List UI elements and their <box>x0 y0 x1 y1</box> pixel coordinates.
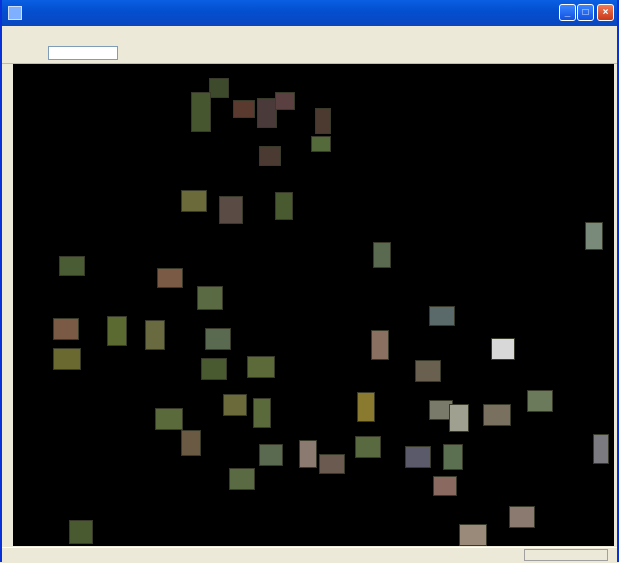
toolbar-field[interactable] <box>48 46 118 60</box>
photo-thumbnail[interactable] <box>491 338 515 360</box>
photo-thumbnail[interactable] <box>311 136 331 152</box>
photo-thumbnail[interactable] <box>69 520 93 544</box>
photo-thumbnail[interactable] <box>157 268 183 288</box>
status-bar <box>2 547 617 563</box>
photo-thumbnail[interactable] <box>197 286 223 310</box>
photo-thumbnail[interactable] <box>59 256 85 276</box>
photo-thumbnail[interactable] <box>275 192 293 220</box>
photo-thumbnail[interactable] <box>371 330 389 360</box>
photo-thumbnail[interactable] <box>373 242 391 268</box>
photo-thumbnail[interactable] <box>155 408 183 430</box>
photo-thumbnail[interactable] <box>483 404 511 426</box>
close-button[interactable]: × <box>597 4 614 21</box>
photo-thumbnail[interactable] <box>355 436 381 458</box>
photo-thumbnail[interactable] <box>319 454 345 474</box>
photo-thumbnail[interactable] <box>433 476 457 496</box>
photo-thumbnail[interactable] <box>257 98 277 128</box>
photo-thumbnail[interactable] <box>219 196 243 224</box>
photo-thumbnail[interactable] <box>145 320 165 350</box>
photo-canvas[interactable] <box>13 64 614 546</box>
photo-thumbnail[interactable] <box>509 506 535 528</box>
photo-thumbnail[interactable] <box>443 444 463 470</box>
photo-thumbnail[interactable] <box>315 108 331 134</box>
photo-thumbnail[interactable] <box>253 398 271 428</box>
photo-thumbnail[interactable] <box>593 434 609 464</box>
title-bar[interactable]: _ □ × <box>2 0 617 26</box>
app-icon[interactable] <box>8 6 22 20</box>
photo-thumbnail[interactable] <box>201 358 227 380</box>
photo-thumbnail[interactable] <box>357 392 375 422</box>
photo-thumbnail[interactable] <box>233 100 255 118</box>
photo-thumbnail[interactable] <box>275 92 295 110</box>
photo-thumbnail[interactable] <box>527 390 553 412</box>
photo-thumbnail[interactable] <box>107 316 127 346</box>
photo-thumbnail[interactable] <box>53 348 81 370</box>
photo-thumbnail[interactable] <box>459 524 487 546</box>
photo-thumbnail[interactable] <box>259 444 283 466</box>
photo-thumbnail[interactable] <box>415 360 441 382</box>
photo-thumbnail[interactable] <box>247 356 275 378</box>
photo-thumbnail[interactable] <box>229 468 255 490</box>
app-window: _ □ × <box>0 0 619 563</box>
photo-thumbnail[interactable] <box>53 318 79 340</box>
photo-thumbnail[interactable] <box>205 328 231 350</box>
photo-thumbnail[interactable] <box>259 146 281 166</box>
photo-thumbnail[interactable] <box>209 78 229 98</box>
photo-thumbnail[interactable] <box>405 446 431 468</box>
photo-thumbnail[interactable] <box>449 404 469 432</box>
photo-thumbnail[interactable] <box>429 306 455 326</box>
minimize-button[interactable]: _ <box>559 4 576 21</box>
toolbar <box>2 44 617 64</box>
maximize-button[interactable]: □ <box>577 4 594 21</box>
menu-bar <box>2 26 617 44</box>
photo-thumbnail[interactable] <box>299 440 317 468</box>
photo-thumbnail[interactable] <box>585 222 603 250</box>
photo-thumbnail[interactable] <box>181 430 201 456</box>
status-panel <box>524 549 608 561</box>
photo-thumbnail[interactable] <box>181 190 207 212</box>
photo-thumbnail[interactable] <box>223 394 247 416</box>
photo-thumbnail[interactable] <box>191 92 211 132</box>
